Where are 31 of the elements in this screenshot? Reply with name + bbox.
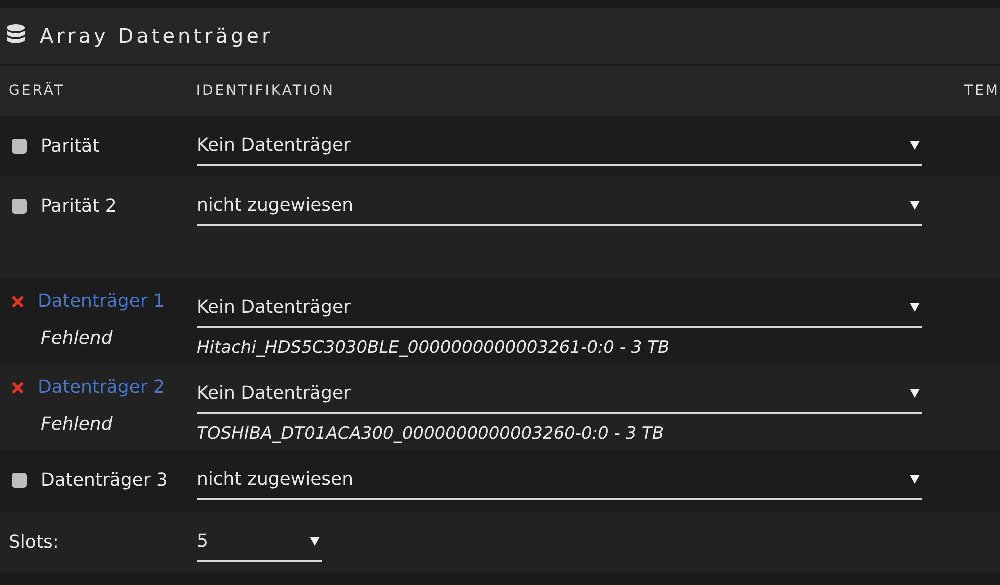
device-name: Parität 2 bbox=[41, 194, 117, 218]
device-name: Datenträger 2 bbox=[38, 376, 165, 400]
device-name: Datenträger 3 bbox=[41, 468, 168, 492]
column-header: IDENTIFIKATION bbox=[196, 82, 336, 100]
panel-title: Array Datenträger bbox=[40, 23, 274, 50]
caret-icon bbox=[910, 200, 920, 210]
column-header: GERÄT bbox=[8, 81, 66, 100]
device-name: Datenträger 1 bbox=[38, 290, 165, 314]
disk-select[interactable]: Kein Datenträger bbox=[197, 288, 922, 328]
caret-icon bbox=[910, 140, 920, 150]
status-square-icon bbox=[12, 472, 27, 488]
cross-icon bbox=[12, 296, 24, 308]
slots-select[interactable]: 5 bbox=[197, 522, 322, 562]
disk-select[interactable]: nicht zugewiesen bbox=[197, 186, 922, 226]
device-name: Parität bbox=[41, 134, 100, 158]
status-square-icon bbox=[12, 198, 27, 214]
device-status: Fehlend bbox=[40, 327, 114, 351]
caret-icon bbox=[310, 536, 320, 546]
caret-icon bbox=[910, 302, 920, 312]
caret-icon bbox=[910, 388, 920, 398]
column-header: TEM bbox=[964, 82, 1000, 100]
caret-icon bbox=[910, 474, 920, 484]
cross-icon bbox=[12, 382, 24, 394]
device-status: Fehlend bbox=[40, 413, 114, 437]
expected-disk: TOSHIBA_DT01ACA300_0000000000003260-0:0 - 3 TB bbox=[197, 423, 666, 446]
expected-disk: Hitachi_HDS5C3030BLE_0000000000003261-0:0 - 3 TB bbox=[197, 337, 671, 360]
disk-select[interactable]: Kein Datenträger bbox=[197, 374, 922, 414]
status-square-icon bbox=[12, 138, 27, 154]
disk-select[interactable]: nicht zugewiesen bbox=[197, 460, 922, 500]
disk-select[interactable]: Kein Datenträger bbox=[197, 126, 922, 166]
slots-label: Slots: bbox=[8, 530, 60, 554]
